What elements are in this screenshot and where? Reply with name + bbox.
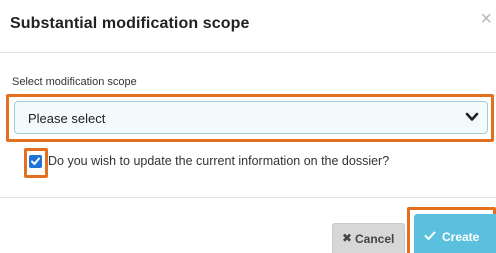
substantial-modification-dialog: Substantial modification scope × Select …: [0, 0, 496, 253]
create-button[interactable]: Create: [414, 214, 496, 253]
check-icon: [31, 157, 40, 165]
check-icon: [424, 231, 436, 240]
dialog-header: Substantial modification scope ×: [0, 0, 496, 53]
close-icon[interactable]: ×: [480, 9, 492, 29]
dialog-title: Substantial modification scope: [10, 15, 250, 32]
chevron-down-icon: [465, 112, 479, 121]
cancel-button[interactable]: ✖ Cancel: [332, 223, 405, 253]
cancel-button-label: Cancel: [355, 232, 395, 246]
create-button-label: Create: [442, 230, 480, 244]
close-x-icon: ✖: [342, 231, 353, 245]
scope-select-value: Please select: [28, 111, 106, 126]
update-dossier-checkbox[interactable]: [29, 155, 42, 168]
modification-scope-select[interactable]: Please select: [14, 101, 488, 134]
update-dossier-label: Do you wish to update the current inform…: [48, 154, 390, 168]
footer-divider: [0, 197, 496, 198]
scope-field-label: Select modification scope: [12, 76, 137, 88]
